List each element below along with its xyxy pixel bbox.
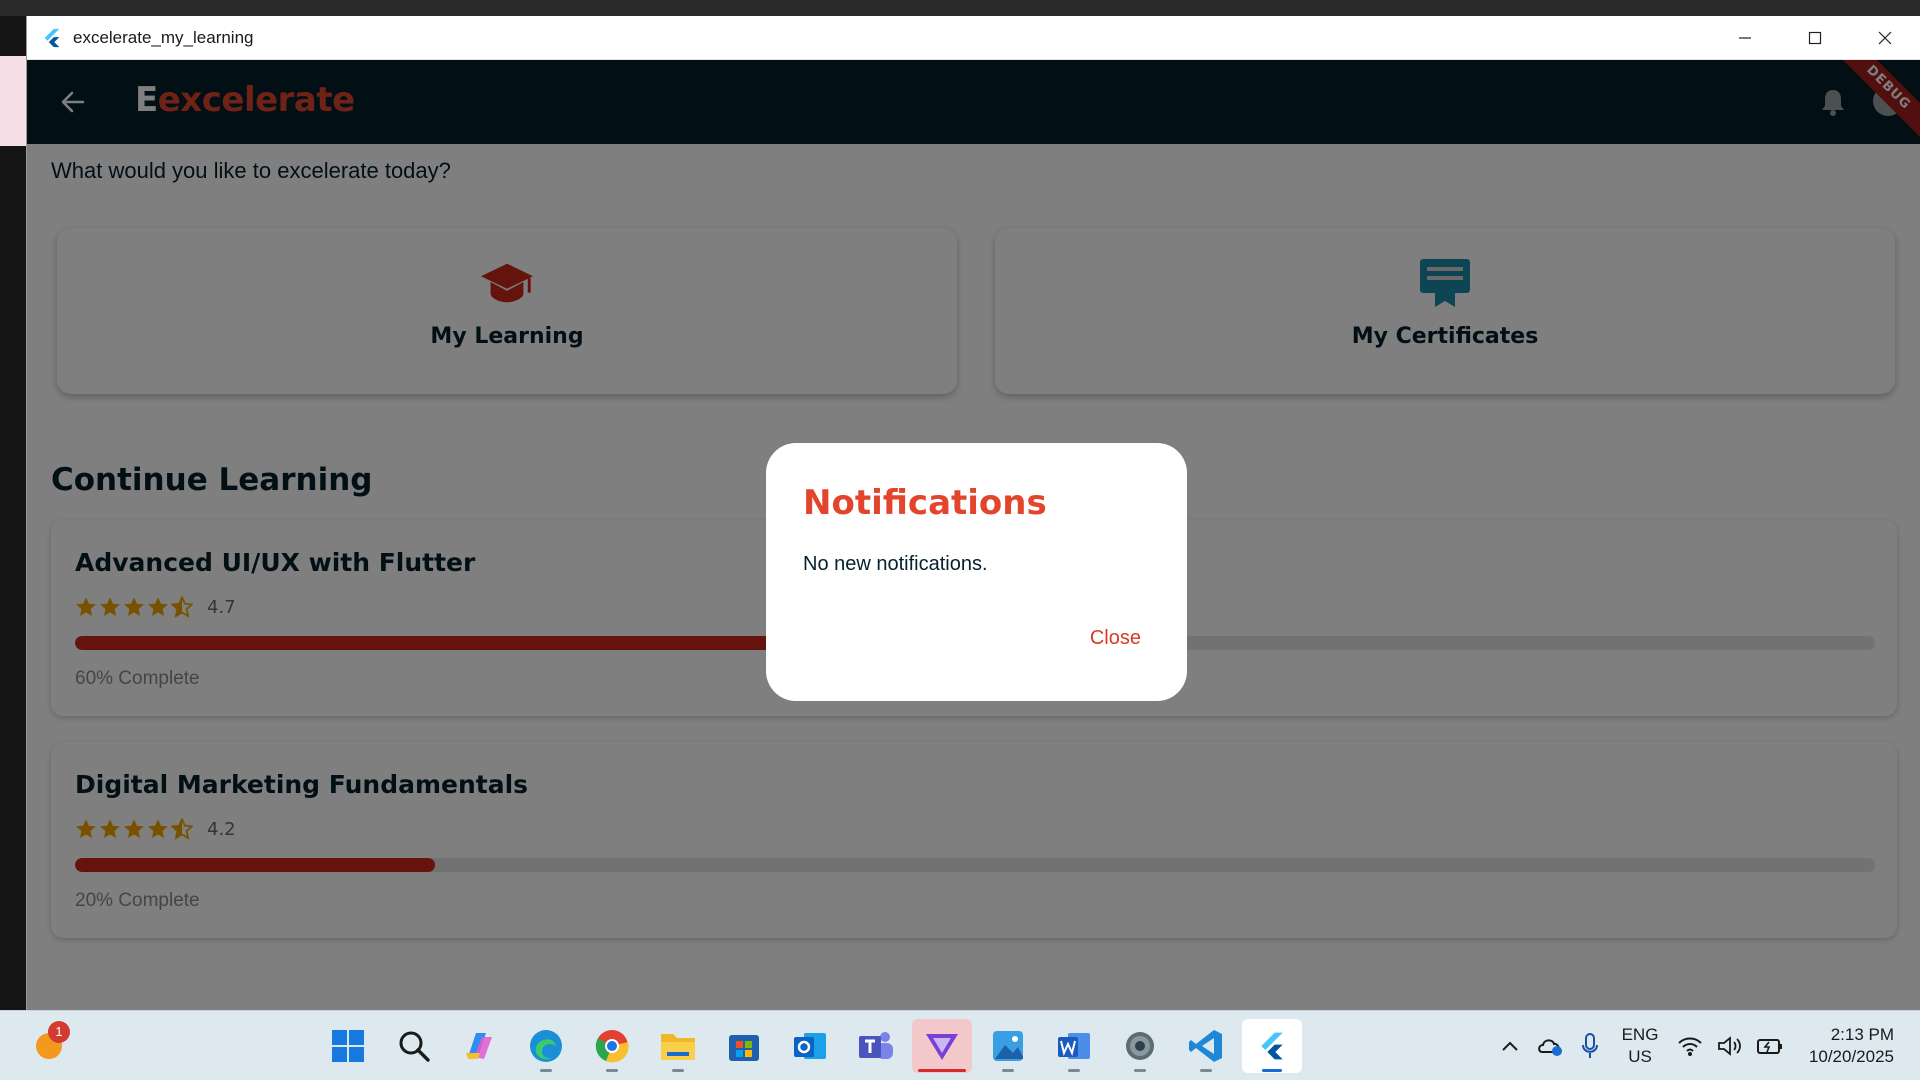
volume-button[interactable] (1710, 1026, 1750, 1066)
running-indicator (672, 1069, 684, 1072)
running-indicator (1200, 1069, 1212, 1072)
flutter-icon (1261, 1032, 1283, 1060)
microphone-button[interactable] (1570, 1026, 1610, 1066)
flutter-app-icon (44, 28, 60, 47)
start-button[interactable] (318, 1019, 378, 1073)
dialog-title: Notifications (803, 483, 1047, 523)
taskbar-apps (318, 1019, 1302, 1073)
region-code: US (1628, 1047, 1652, 1066)
running-indicator (1002, 1069, 1014, 1072)
speaker-icon (1718, 1036, 1741, 1056)
word-icon (1058, 1033, 1090, 1059)
close-button[interactable]: Close (1090, 627, 1141, 650)
running-indicator (1068, 1069, 1080, 1072)
edge-icon (530, 1030, 562, 1062)
gear-icon (1126, 1032, 1154, 1060)
outlook-button[interactable] (780, 1019, 840, 1073)
word-button[interactable] (1044, 1019, 1104, 1073)
flutter-app-button[interactable] (1242, 1019, 1302, 1073)
edge-button[interactable] (516, 1019, 576, 1073)
chrome-icon (595, 1030, 629, 1063)
clock-date: 10/20/2025 (1808, 1047, 1894, 1066)
copilot-button[interactable] (450, 1019, 510, 1073)
taskbar: 1 ENG US 2:13 PM 10/20/2025 (0, 1010, 1920, 1080)
wifi-icon (1678, 1037, 1702, 1056)
running-indicator (606, 1069, 618, 1072)
vpn-icon (926, 1034, 958, 1060)
desktop-top-strip (0, 0, 1920, 16)
vpn-button[interactable] (912, 1019, 972, 1073)
running-indicator (1134, 1069, 1146, 1072)
cloud-icon (1538, 1039, 1562, 1056)
maximize-icon (1808, 31, 1822, 45)
chrome-button[interactable] (582, 1019, 642, 1073)
battery-icon (1757, 1039, 1782, 1054)
clock[interactable]: 2:13 PM 10/20/2025 (1790, 1024, 1920, 1068)
window-titlebar[interactable]: excelerate_my_learning (27, 16, 1920, 60)
clock-time: 2:13 PM (1830, 1025, 1894, 1044)
search-icon (399, 1031, 430, 1062)
running-indicator (1262, 1069, 1282, 1072)
notification-badge: 1 (48, 1021, 70, 1043)
chevron-up-icon (1502, 1041, 1518, 1051)
desktop-background-piece (0, 56, 26, 146)
file-explorer-button[interactable] (648, 1019, 708, 1073)
teams-button[interactable] (846, 1019, 906, 1073)
language-code: ENG (1621, 1025, 1659, 1044)
close-window-button[interactable] (1850, 16, 1920, 60)
battery-button[interactable] (1750, 1026, 1790, 1066)
teams-icon (859, 1032, 893, 1059)
wifi-button[interactable] (1670, 1026, 1710, 1066)
vscode-button[interactable] (1176, 1019, 1236, 1073)
search-button[interactable] (384, 1019, 444, 1073)
window-controls (1710, 16, 1920, 60)
app-window: excelerate_my_learning Eexcelerate (26, 16, 1920, 1010)
vscode-icon (1189, 1030, 1222, 1062)
outlook-icon (794, 1033, 826, 1059)
notifications-dialog: Notifications No new notifications. Clos… (766, 443, 1187, 701)
app-content: Eexcelerate DEBUG What would you like to… (27, 60, 1920, 1010)
photos-icon (993, 1031, 1023, 1061)
system-tray: ENG US 2:13 PM 10/20/2025 (1490, 1011, 1920, 1080)
desktop-left-strip (0, 16, 26, 1010)
language-indicator[interactable]: ENG US (1610, 1024, 1670, 1068)
microphone-icon (1582, 1033, 1598, 1058)
minimize-button[interactable] (1710, 16, 1780, 60)
running-indicator (540, 1069, 552, 1072)
minimize-icon (1739, 37, 1751, 39)
settings-button[interactable] (1110, 1019, 1170, 1073)
store-icon (729, 1035, 759, 1061)
dialog-message: No new notifications. (803, 553, 988, 575)
onedrive-button[interactable] (1530, 1026, 1570, 1066)
show-hidden-icons-button[interactable] (1490, 1026, 1530, 1066)
copilot-icon (466, 1033, 492, 1059)
close-icon (1878, 31, 1892, 45)
photos-button[interactable] (978, 1019, 1038, 1073)
maximize-button[interactable] (1780, 16, 1850, 60)
windows-icon (332, 1030, 364, 1062)
window-title: excelerate_my_learning (73, 27, 254, 47)
running-indicator (918, 1069, 966, 1072)
store-button[interactable] (714, 1019, 774, 1073)
folder-icon (661, 1034, 695, 1060)
